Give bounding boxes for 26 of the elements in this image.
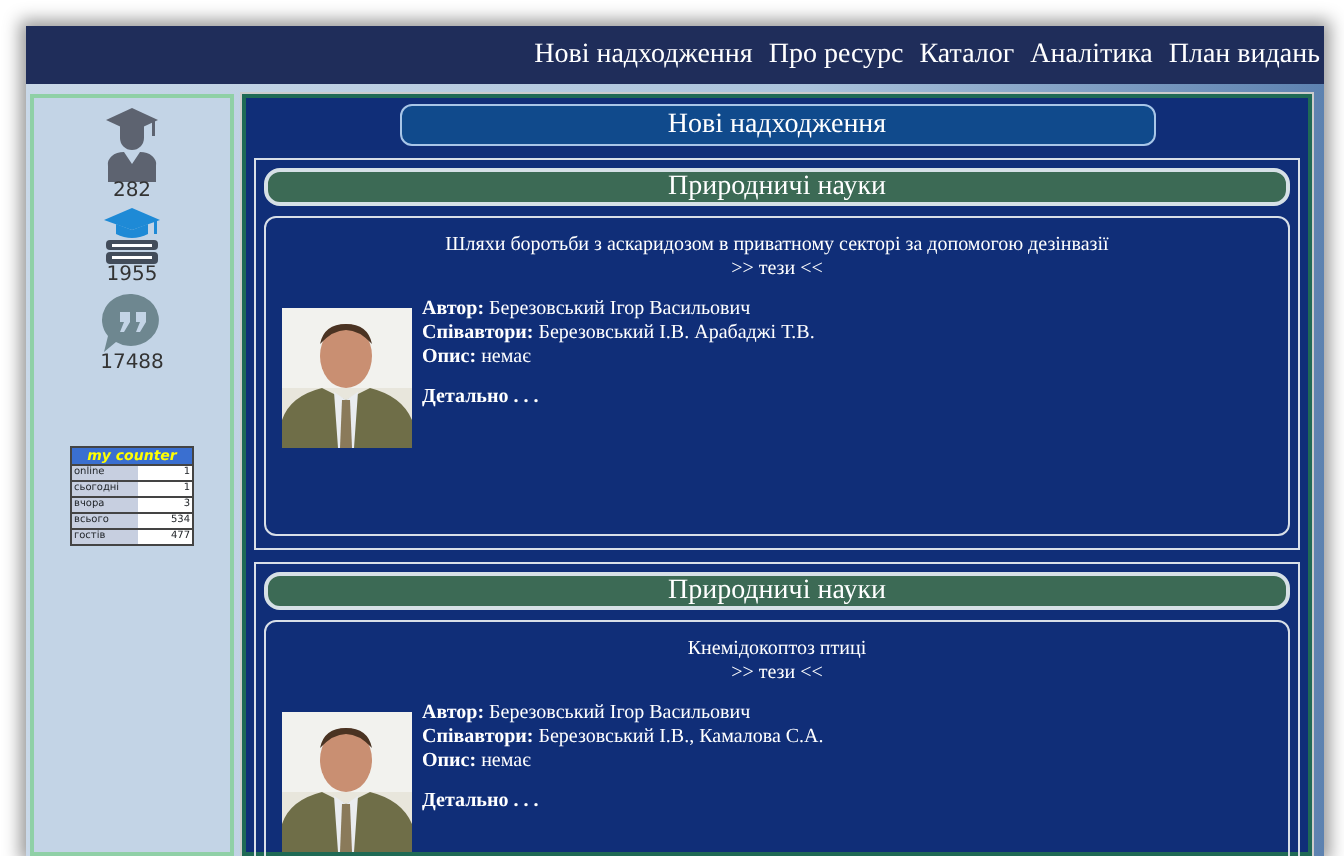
books-icon bbox=[100, 206, 164, 266]
field-text: Опис: немає bbox=[422, 346, 533, 370]
publication-title: Шляхи боротьби з аскаридозом в приватному секторі за допомогою дезінвазії bbox=[443, 234, 1111, 258]
details-link[interactable]: Детально . . . bbox=[422, 790, 539, 812]
field-text: Автор: Березовський Ігор Васильович bbox=[422, 702, 753, 726]
category-title: Природничі науки bbox=[264, 168, 1290, 206]
details-link[interactable]: Детально . . . bbox=[422, 386, 539, 408]
nav-link[interactable]: Нові надходження bbox=[534, 34, 753, 76]
field-text: Співавтори: Березовський І.В., Камалова С.А. bbox=[422, 726, 824, 750]
publication-title: Кнемідокоптоз птиці bbox=[685, 638, 869, 662]
abstract-link[interactable]: >> тези << bbox=[282, 662, 1272, 686]
field-text: Опис: немає bbox=[422, 750, 533, 774]
quote-bubble-icon bbox=[100, 290, 164, 354]
nav-link[interactable]: Аналітика bbox=[1030, 34, 1153, 76]
nav-link[interactable]: План видань bbox=[1168, 34, 1320, 76]
stat-count: 17488 bbox=[100, 354, 164, 374]
category-title: Природничі науки bbox=[264, 572, 1290, 610]
section-title: Нові надходження bbox=[399, 104, 1155, 146]
field-text: Співавтори: Березовський І.В. Арабаджі Т.В. bbox=[422, 322, 815, 346]
nav-link[interactable]: Каталог bbox=[919, 34, 1015, 76]
stat-count: 1955 bbox=[106, 266, 158, 286]
stat-count: 282 bbox=[112, 182, 152, 202]
nav-link[interactable]: Про ресурс bbox=[768, 34, 904, 76]
graduate-icon bbox=[104, 106, 160, 182]
abstract-link[interactable]: >> тези << bbox=[282, 258, 1272, 282]
field-text: Автор: Березовський Ігор Васильович bbox=[422, 298, 753, 322]
